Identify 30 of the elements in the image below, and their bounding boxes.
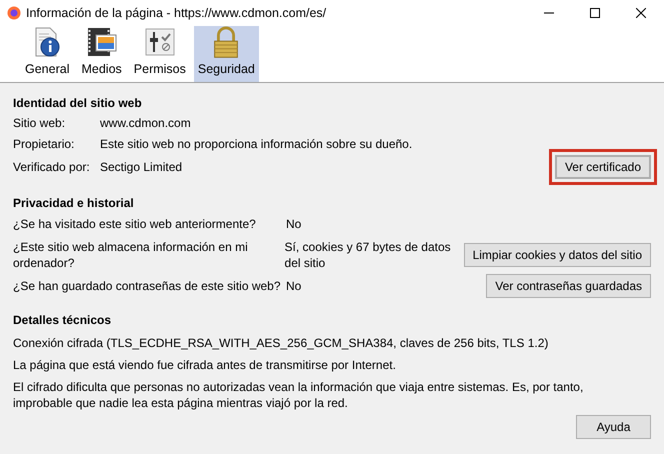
field-label: Verificado por: [13,159,91,176]
action-button[interactable]: Ver contraseñas guardadas [486,274,651,298]
field-label: Propietario: [13,136,76,152]
answer-text: No [286,216,302,232]
section-heading: Detalles técnicos [13,312,112,329]
field-value: Este sitio web no proporciona información sobre su dueño. [100,136,412,152]
detail-text: La página que está viendo fue cifrada antes de transmitirse por Internet. [13,357,397,373]
field-value: www.cdmon.com [100,114,191,132]
action-button[interactable]: Limpiar cookies y datos del sitio [464,243,651,267]
section-heading: Privacidad e historial [13,195,135,212]
maximize-icon[interactable] [590,8,600,18]
field-label: Sitio web: [13,114,66,132]
answer-text: Sí, cookies y 67 bytes de datos del sitio [284,239,452,271]
section-heading: Identidad del sitio web [13,95,143,112]
question-text: ¿Este sitio web almacena información en mi ordenador? [13,239,249,271]
window-title: Información de la página - https://www.cdmon.com/es/ [26,4,326,22]
question-text: ¿Se han guardado contraseñas de este sitio web? [13,278,282,294]
toolbar-tab[interactable]: General [21,26,74,82]
answer-text: No [286,278,302,294]
detail-text: Conexión cifrada (TLS_ECDHE_RSA_WITH_AES_256_GCM_SHA384, claves de 256 bits, TLS 1.2) [13,335,550,351]
help-button[interactable]: Ayuda [576,415,651,439]
close-icon[interactable] [636,8,646,18]
toolbar-tab[interactable]: Permisos [130,26,190,82]
field-value: Sectigo Limited [100,159,182,176]
toolbar-tab[interactable]: Seguridad [194,26,259,82]
detail-text: El cifrado dificulta que personas no autorizadas vean la información que viaja entre sistemas. Es, por tanto, improbable que nadie lea esta página mientras viajó por la red. [13,379,584,411]
browser-logo-icon [7,6,21,20]
toolbar-tab[interactable]: Medios [77,26,126,82]
question-text: ¿Se ha visitado este sitio web anteriormente? [13,216,257,232]
view-certificate-button[interactable]: Ver certificado [554,155,651,179]
